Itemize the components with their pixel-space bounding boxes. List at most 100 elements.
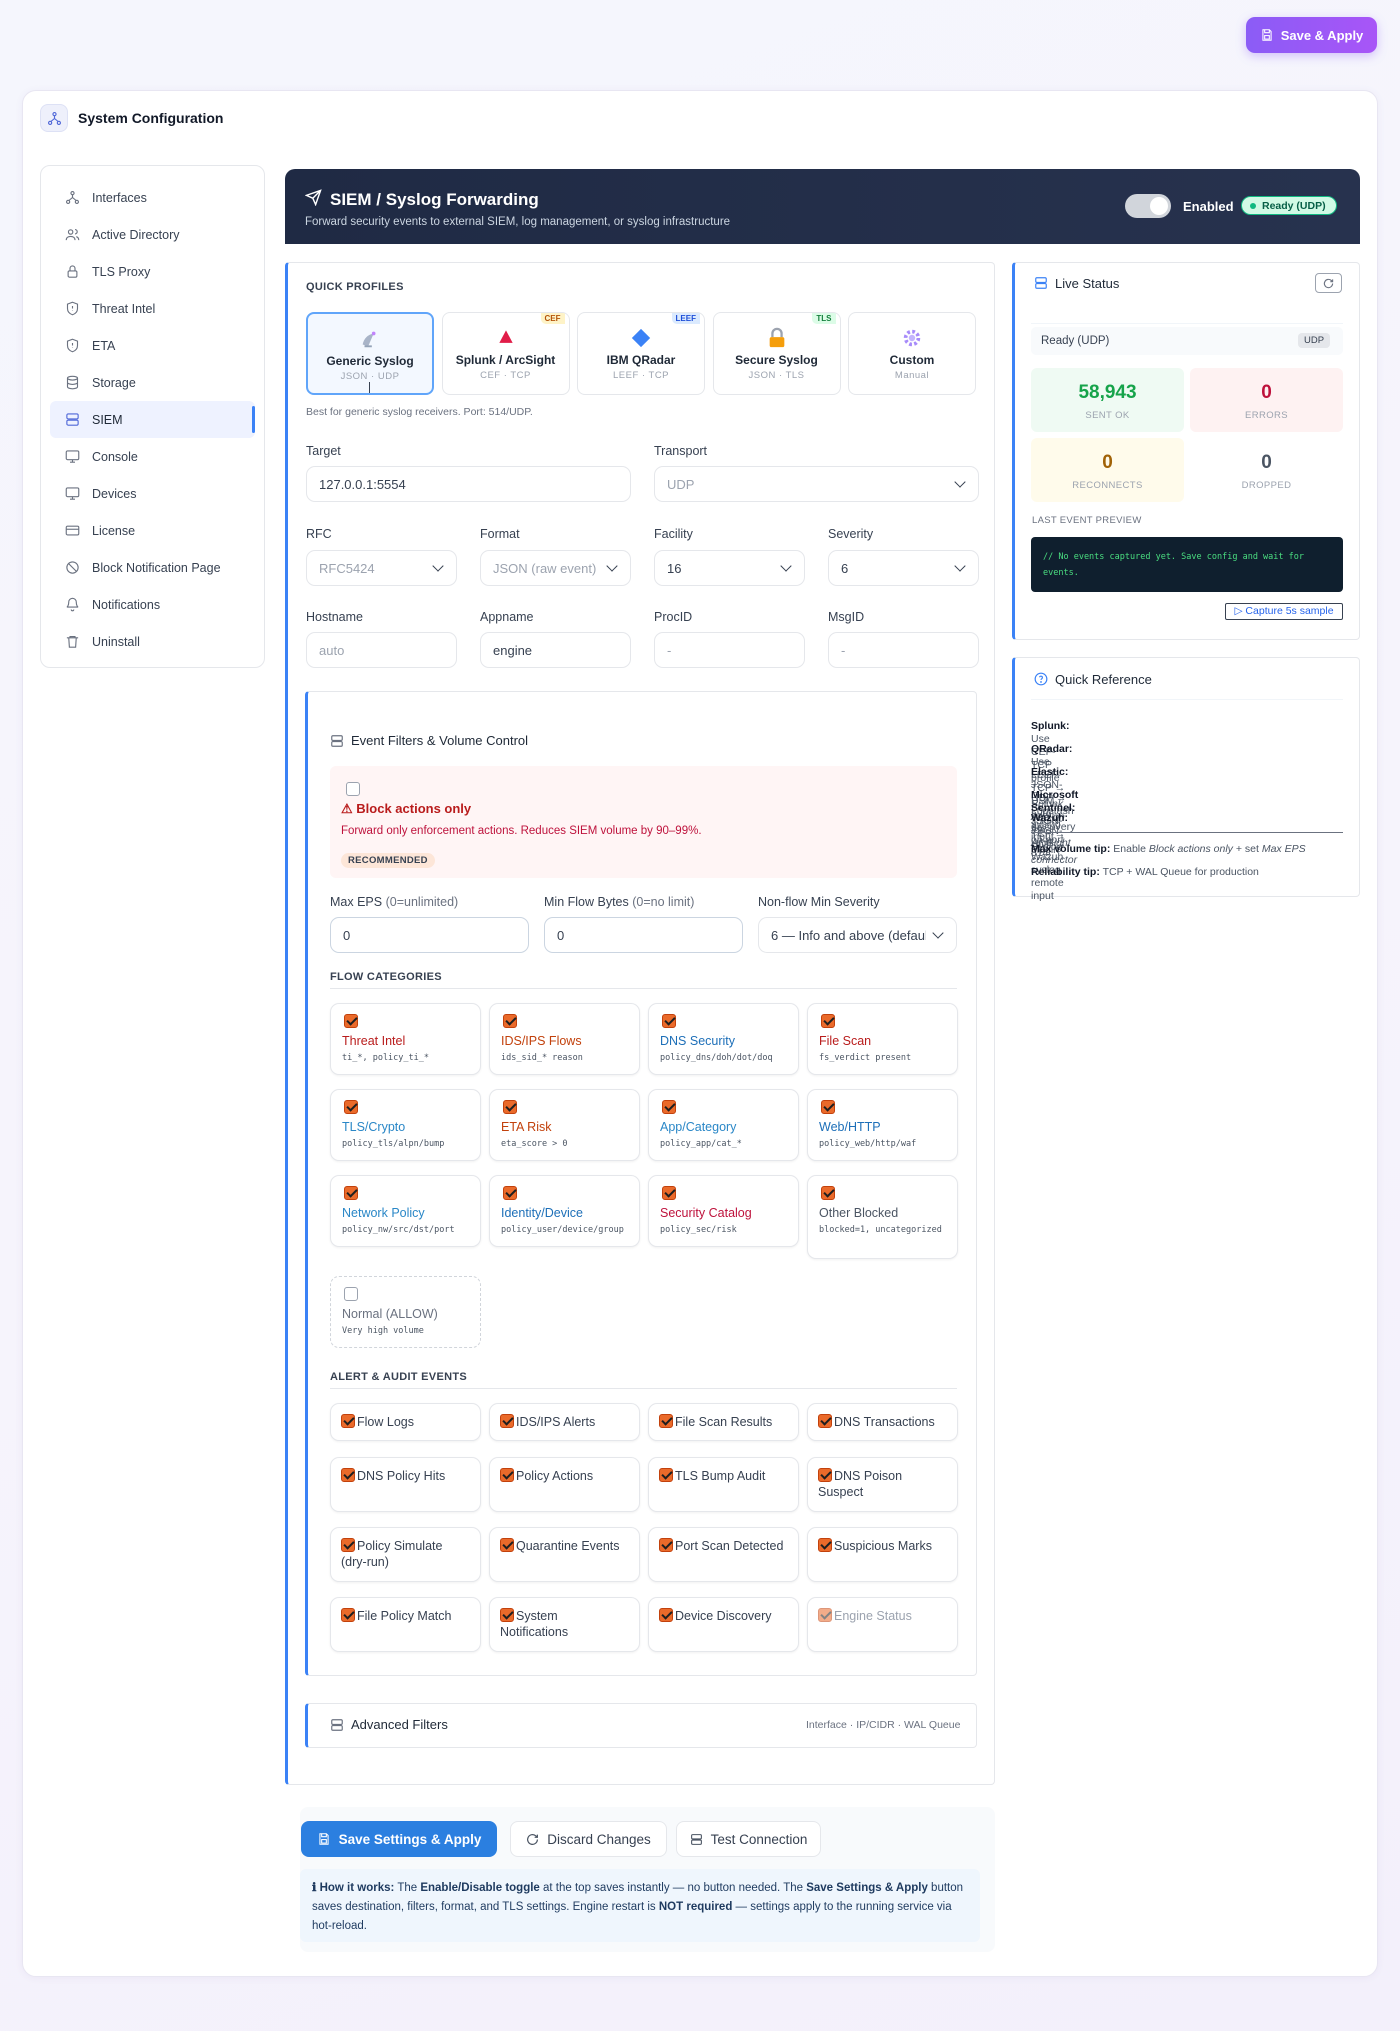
alert-event-file-policy-match[interactable]: File Policy Match: [330, 1597, 481, 1652]
event-checkbox[interactable]: [818, 1538, 832, 1552]
alert-event-quarantine-events[interactable]: Quarantine Events: [489, 1527, 640, 1582]
event-checkbox[interactable]: [659, 1468, 673, 1482]
alert-event-dns-transactions[interactable]: DNS Transactions: [807, 1403, 958, 1441]
appname-input[interactable]: engine: [480, 632, 631, 668]
event-checkbox[interactable]: [818, 1414, 832, 1428]
category-checkbox[interactable]: [662, 1014, 676, 1028]
event-checkbox[interactable]: [500, 1538, 514, 1552]
msgid-input[interactable]: -: [828, 632, 979, 668]
alert-event-device-discovery[interactable]: Device Discovery: [648, 1597, 799, 1652]
profile-card-ibm-qradar[interactable]: LEEF IBM QRadar LEEF · TCP: [577, 312, 705, 395]
event-checkbox[interactable]: [500, 1608, 514, 1622]
enable-toggle[interactable]: [1125, 194, 1171, 218]
event-checkbox[interactable]: [500, 1468, 514, 1482]
category-checkbox[interactable]: [503, 1186, 517, 1200]
severity-select[interactable]: 6: [828, 550, 979, 586]
event-checkbox[interactable]: [341, 1414, 355, 1428]
flow-category-security-catalog[interactable]: Security Catalog policy_sec/risk: [648, 1175, 799, 1247]
flow-category-dns-security[interactable]: DNS Security policy_dns/doh/dot/doq: [648, 1003, 799, 1075]
category-checkbox[interactable]: [503, 1014, 517, 1028]
event-checkbox[interactable]: [818, 1468, 832, 1482]
capture-sample-button[interactable]: ▷ Capture 5s sample: [1225, 603, 1343, 620]
profile-card-custom[interactable]: Custom Manual: [848, 312, 976, 395]
flow-category-other-blocked[interactable]: Other Blocked blocked=1, uncategorized: [807, 1175, 958, 1259]
test-connection-button[interactable]: Test Connection: [676, 1821, 821, 1857]
rfc-select[interactable]: RFC5424: [306, 550, 457, 586]
hostname-input[interactable]: auto: [306, 632, 457, 668]
alert-event-system-notifications[interactable]: System Notifications: [489, 1597, 640, 1652]
save-settings-button[interactable]: Save Settings & Apply: [301, 1821, 497, 1857]
sidebar-item-uninstall[interactable]: Uninstall: [50, 623, 255, 660]
alert-event-port-scan-detected[interactable]: Port Scan Detected: [648, 1527, 799, 1582]
sidebar-item-siem[interactable]: SIEM: [50, 401, 255, 438]
alert-event-engine-status[interactable]: Engine Status: [807, 1597, 958, 1652]
category-pattern: ti_*, policy_ti_*: [342, 1053, 429, 1063]
sidebar-item-notifications[interactable]: Notifications: [50, 586, 255, 623]
category-checkbox[interactable]: [344, 1287, 358, 1301]
category-checkbox[interactable]: [662, 1186, 676, 1200]
profile-card-generic-syslog[interactable]: Generic Syslog JSON · UDP: [306, 312, 434, 395]
flow-category-app-category[interactable]: App/Category policy_app/cat_*: [648, 1089, 799, 1161]
category-checkbox[interactable]: [821, 1100, 835, 1114]
category-checkbox[interactable]: [344, 1014, 358, 1028]
min-flow-input[interactable]: 0: [544, 917, 743, 953]
alert-event-dns-policy-hits[interactable]: DNS Policy Hits: [330, 1457, 481, 1512]
facility-select[interactable]: 16: [654, 550, 805, 586]
alert-event-policy-simulate-dry-run-[interactable]: Policy Simulate (dry-run): [330, 1527, 481, 1582]
flow-category-web-http[interactable]: Web/HTTP policy_web/http/waf: [807, 1089, 958, 1161]
sidebar-item-console[interactable]: Console: [50, 438, 255, 475]
event-checkbox[interactable]: [659, 1414, 673, 1428]
category-checkbox[interactable]: [344, 1186, 358, 1200]
block-actions-checkbox[interactable]: [346, 782, 360, 796]
refresh-button[interactable]: [1315, 273, 1342, 293]
sidebar-item-storage[interactable]: Storage: [50, 364, 255, 401]
alert-event-policy-actions[interactable]: Policy Actions: [489, 1457, 640, 1512]
event-checkbox[interactable]: [500, 1414, 514, 1428]
sidebar-item-tls-proxy[interactable]: TLS Proxy: [50, 253, 255, 290]
alert-event-file-scan-results[interactable]: File Scan Results: [648, 1403, 799, 1441]
flow-category-eta-risk[interactable]: ETA Risk eta_score > 0: [489, 1089, 640, 1161]
sidebar-item-block-notification-page[interactable]: Block Notification Page: [50, 549, 255, 586]
event-checkbox[interactable]: [341, 1538, 355, 1552]
sidebar-item-license[interactable]: License: [50, 512, 255, 549]
max-eps-input[interactable]: 0: [330, 917, 529, 953]
alert-event-ids-ips-alerts[interactable]: IDS/IPS Alerts: [489, 1403, 640, 1441]
flow-category-file-scan[interactable]: File Scan fs_verdict present: [807, 1003, 958, 1075]
flow-category-threat-intel[interactable]: Threat Intel ti_*, policy_ti_*: [330, 1003, 481, 1075]
event-checkbox[interactable]: [341, 1608, 355, 1622]
event-label: File Scan Results: [675, 1415, 773, 1429]
save-apply-top-button[interactable]: Save & Apply: [1246, 17, 1377, 53]
category-checkbox[interactable]: [503, 1100, 517, 1114]
format-select[interactable]: JSON (raw event): [480, 550, 631, 586]
event-checkbox[interactable]: [341, 1468, 355, 1482]
discard-changes-button[interactable]: Discard Changes: [510, 1821, 667, 1857]
flow-category-ids-ips-flows[interactable]: IDS/IPS Flows ids_sid_* reason: [489, 1003, 640, 1075]
target-input[interactable]: 127.0.0.1:5554: [306, 466, 631, 502]
category-checkbox[interactable]: [821, 1186, 835, 1200]
category-checkbox[interactable]: [344, 1100, 358, 1114]
sidebar-item-threat-intel[interactable]: Threat Intel: [50, 290, 255, 327]
flow-category-identity-device[interactable]: Identity/Device policy_user/device/group: [489, 1175, 640, 1247]
event-checkbox[interactable]: [818, 1608, 832, 1622]
sidebar-item-label: Storage: [92, 375, 136, 390]
alert-event-flow-logs[interactable]: Flow Logs: [330, 1403, 481, 1441]
sidebar-item-interfaces[interactable]: Interfaces: [50, 179, 255, 216]
event-checkbox[interactable]: [659, 1608, 673, 1622]
event-checkbox[interactable]: [659, 1538, 673, 1552]
flow-category-tls-crypto[interactable]: TLS/Crypto policy_tls/alpn/bump: [330, 1089, 481, 1161]
profile-card-secure-syslog[interactable]: TLS Secure Syslog JSON · TLS: [712, 312, 841, 395]
flow-category-normal-allow-[interactable]: Normal (ALLOW) Very high volume: [330, 1276, 481, 1348]
alert-event-suspicious-marks[interactable]: Suspicious Marks: [807, 1527, 958, 1582]
flow-category-network-policy[interactable]: Network Policy policy_nw/src/dst/port: [330, 1175, 481, 1247]
category-checkbox[interactable]: [821, 1014, 835, 1028]
sidebar-item-devices[interactable]: Devices: [50, 475, 255, 512]
procid-input[interactable]: -: [654, 632, 805, 668]
sidebar-item-active-directory[interactable]: Active Directory: [50, 216, 255, 253]
sidebar-item-eta[interactable]: ETA: [50, 327, 255, 364]
transport-select[interactable]: UDP: [654, 466, 979, 502]
category-checkbox[interactable]: [662, 1100, 676, 1114]
nonflow-select[interactable]: 6 — Info and above (default): [758, 917, 957, 953]
alert-event-dns-poison-suspect[interactable]: DNS Poison Suspect: [807, 1457, 958, 1512]
alert-event-tls-bump-audit[interactable]: TLS Bump Audit: [648, 1457, 799, 1512]
profile-card-splunk-arcsight[interactable]: CEF Splunk / ArcSight CEF · TCP: [441, 312, 570, 395]
